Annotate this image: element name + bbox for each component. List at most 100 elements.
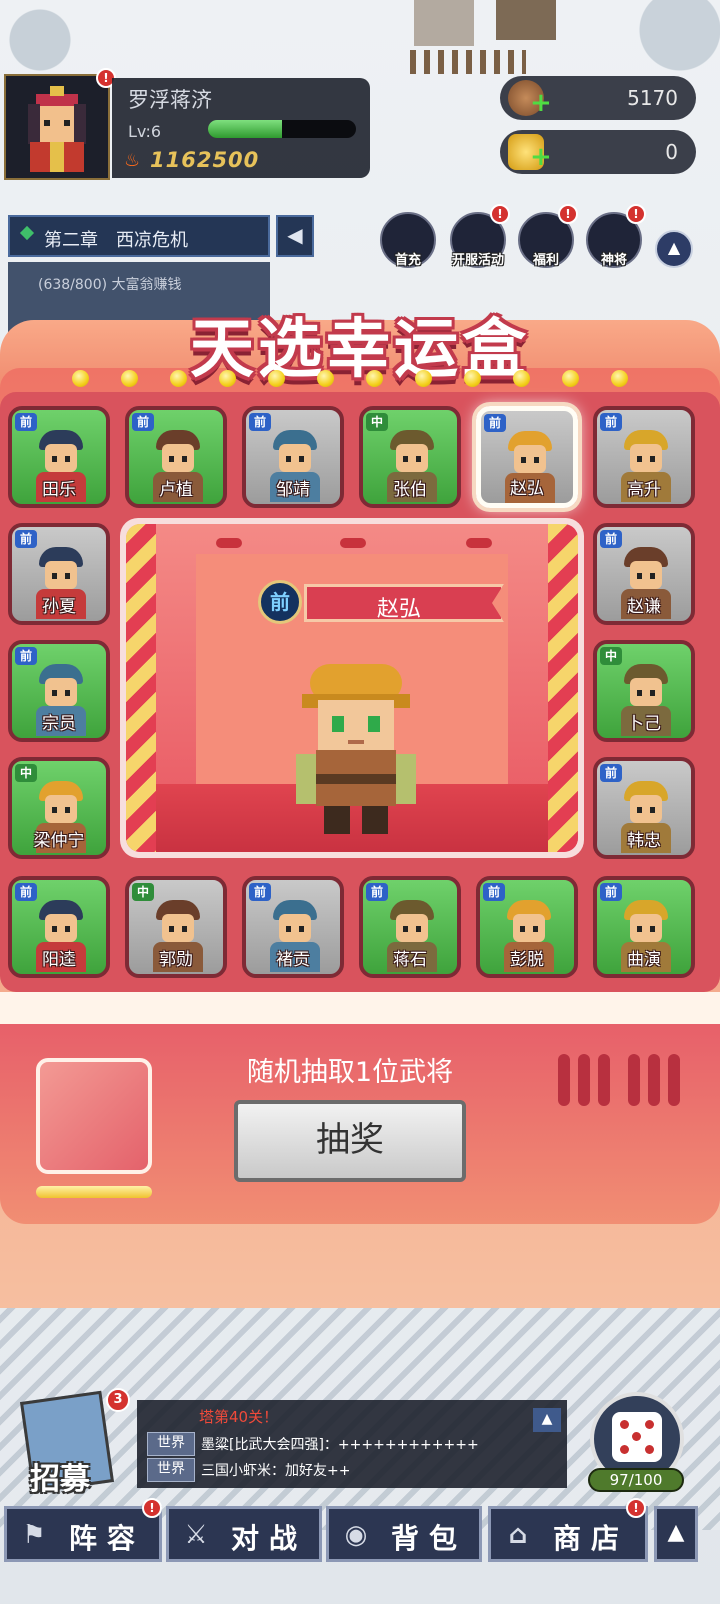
add-coin-icon[interactable]: + [530, 90, 552, 116]
hero-card[interactable]: 前高升 [593, 406, 695, 508]
player-name: 罗浮蒋济 [128, 88, 212, 112]
nav-lineup[interactable]: ⚑ 阵容 [4, 1506, 162, 1562]
position-tag: 前 [15, 530, 37, 548]
draw-button[interactable]: 抽奖 [234, 1100, 466, 1182]
recruit-label: 招募 [30, 1462, 90, 1497]
collapse-button[interactable]: ◀ [276, 215, 314, 257]
coin-counter[interactable]: + 5170 [500, 76, 696, 120]
player-panel[interactable]: ! 罗浮蒋济 Lv:6 ♨ 1162500 [4, 68, 370, 182]
hero-card[interactable]: 前赵弘 [476, 406, 578, 508]
nav-label: 对战 [231, 1522, 308, 1555]
draw-hint: 随机抽取1位武将 [246, 1057, 454, 1088]
hero-card[interactable]: 中张伯 [359, 406, 461, 508]
hero-portrait-icon [624, 900, 668, 946]
chat-channel-tab[interactable]: 世界 [147, 1458, 195, 1482]
nav-battle[interactable]: ⚔ 对战 [166, 1506, 322, 1562]
hero-card[interactable]: 前彭脱 [476, 876, 578, 978]
featured-hero-name: 赵弘 [377, 597, 422, 622]
nav-bag[interactable]: ◉ 背包 [326, 1506, 482, 1562]
stage-inner: 前 赵弘 [126, 524, 578, 852]
house-decor [496, 0, 556, 40]
power-value: 1162500 [150, 148, 260, 172]
hero-card[interactable]: 中郭勋 [125, 876, 227, 978]
fence-decor [410, 50, 526, 74]
hero-card[interactable]: 前田乐 [8, 406, 110, 508]
chat-tower-text: 塔第40关！ [199, 1408, 279, 1426]
combat-power: ♨ 1162500 [124, 148, 260, 172]
gold-counter[interactable]: + 0 [500, 130, 696, 174]
notification-badge: ! [490, 204, 510, 224]
hero-portrait-icon [390, 430, 434, 476]
nav-shop[interactable]: ⌂ 商店 [488, 1506, 648, 1562]
hero-card[interactable]: 前赵谦 [593, 523, 695, 625]
spotlight-icon [466, 538, 492, 548]
position-tag: 前 [600, 883, 622, 901]
hero-portrait-icon [273, 430, 317, 476]
hero-portrait-icon [39, 430, 83, 476]
hero-card[interactable]: 前曲演 [593, 876, 695, 978]
notification-badge: ! [142, 1498, 162, 1518]
hero-portrait-icon [507, 900, 551, 946]
expand-up-button[interactable]: ▲ [655, 230, 693, 268]
spotlight-icon [340, 538, 366, 548]
nav-expand-button[interactable]: ▲ [654, 1506, 698, 1562]
hero-portrait-icon [39, 781, 83, 827]
hero-name: 宗员 [42, 714, 76, 734]
recruit-button[interactable]: 招募 3 [18, 1388, 130, 1498]
hero-card[interactable]: 前韩忠 [593, 757, 695, 859]
chat-panel[interactable]: 塔第40关！ ▲ 世界 墨粱[比武大会四强]：++++++++++++ 世界 三… [137, 1400, 567, 1488]
player-level: Lv:6 [128, 122, 162, 141]
avatar[interactable] [4, 74, 110, 180]
position-tag: 前 [249, 413, 271, 431]
hero-card[interactable]: 前卢植 [125, 406, 227, 508]
marquee-bulb [317, 370, 334, 387]
position-tag: 前 [249, 883, 271, 901]
hero-portrait-icon [156, 430, 200, 476]
hero-card[interactable]: 前阳逵 [8, 876, 110, 978]
notification-badge: ! [558, 204, 578, 224]
first-recharge-label: 首充 [394, 253, 421, 268]
hero-name: 邹靖 [276, 480, 310, 500]
hero-portrait-icon [624, 664, 668, 710]
hero-card[interactable]: 前孙夏 [8, 523, 110, 625]
notification-badge: ! [626, 204, 646, 224]
hero-portrait-icon [273, 900, 317, 946]
reward-progress [36, 1186, 152, 1198]
hero-card[interactable]: 中梁仲宁 [8, 757, 110, 859]
position-tag: 中 [366, 413, 388, 431]
stage-pillar-right [548, 524, 578, 852]
position-tag: 前 [600, 764, 622, 782]
marquee-lights [72, 370, 652, 390]
coin-value: 5170 [627, 86, 678, 110]
hero-name: 曲演 [627, 950, 661, 970]
marquee-bulb [464, 370, 481, 387]
gold-value: 0 [665, 140, 678, 164]
house-decor [414, 0, 474, 46]
position-tag: 中 [600, 647, 622, 665]
hero-card[interactable]: 前褚贡 [242, 876, 344, 978]
hero-card[interactable]: 前邹靖 [242, 406, 344, 508]
featured-hero-sprite [296, 664, 416, 834]
hero-name: 卢植 [159, 480, 193, 500]
add-gold-icon[interactable]: + [530, 144, 552, 170]
xp-bar [208, 120, 356, 138]
marquee-bulb [268, 370, 285, 387]
marquee-bulb [219, 370, 236, 387]
fire-icon: ♨ [124, 150, 142, 171]
crossed-swords-icon: ⚔ [184, 1520, 218, 1550]
hero-name: 韩忠 [627, 831, 661, 851]
marquee-bulb [415, 370, 432, 387]
draw-panel: 随机抽取1位武将 抽奖 [0, 1024, 720, 1224]
position-tag: 前 [366, 883, 388, 901]
hero-card[interactable]: 中卜己 [593, 640, 695, 742]
bag-icon: ◉ [344, 1520, 378, 1550]
hero-name-banner: 赵弘 [304, 584, 504, 622]
chapter-header[interactable]: 第二章 西凉危机 [8, 215, 270, 257]
hero-name: 赵弘 [510, 479, 544, 499]
dice-icon [612, 1412, 662, 1462]
hero-card[interactable]: 前宗员 [8, 640, 110, 742]
chat-channel-tab[interactable]: 世界 [147, 1432, 195, 1456]
hero-card[interactable]: 前蒋石 [359, 876, 461, 978]
hero-portrait-icon [390, 900, 434, 946]
chat-expand-button[interactable]: ▲ [533, 1408, 561, 1432]
